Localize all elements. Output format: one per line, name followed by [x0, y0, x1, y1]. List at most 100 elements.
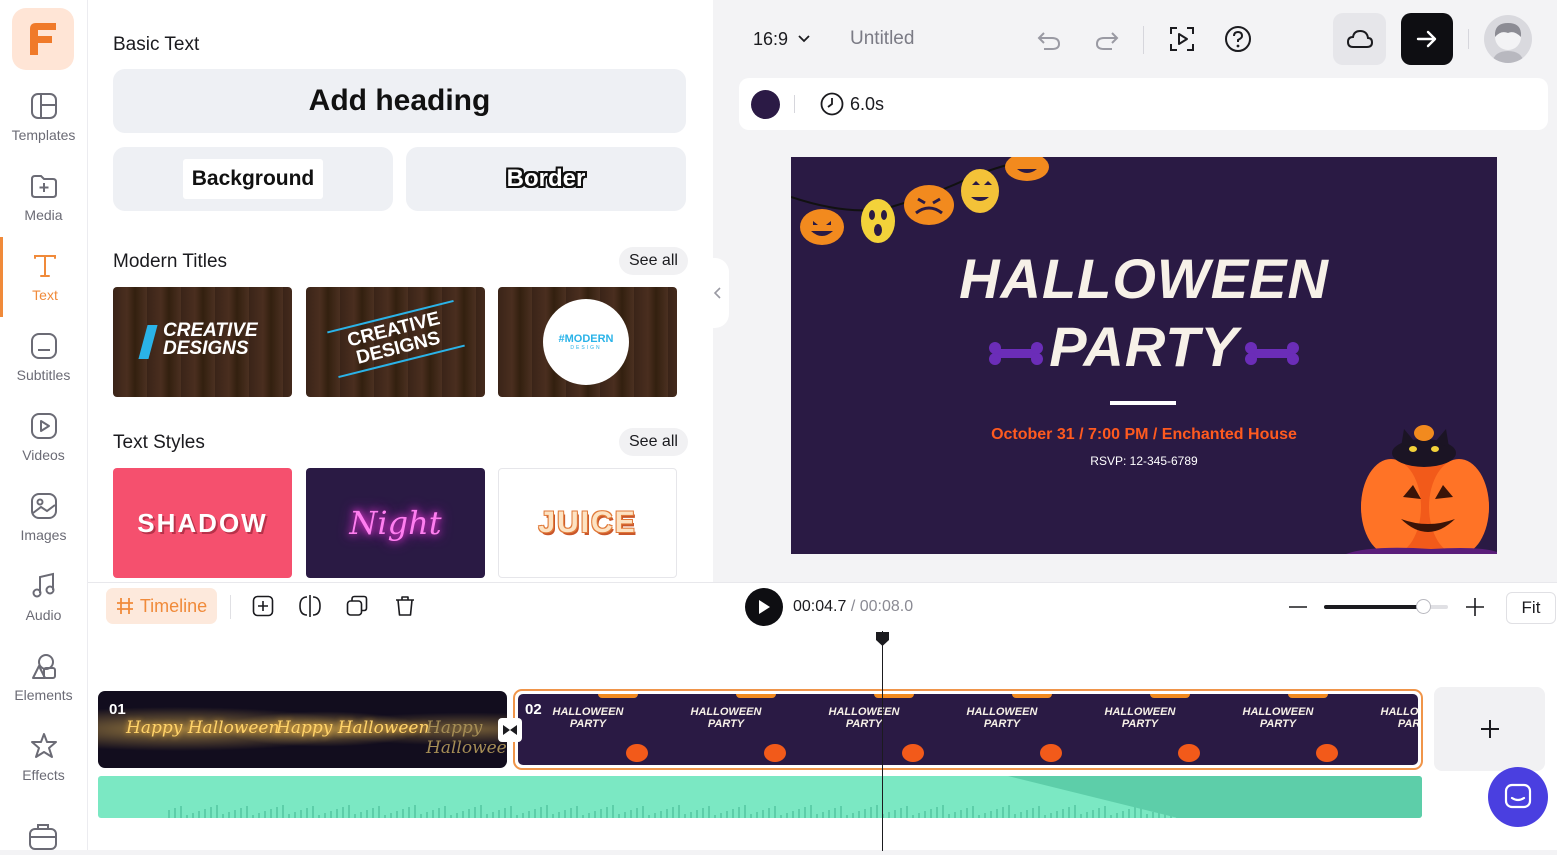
- frame-pumpkin: [1316, 744, 1338, 762]
- project-name[interactable]: Untitled: [850, 28, 914, 50]
- add-scene-icon[interactable]: [251, 594, 275, 618]
- wave-bar: [612, 805, 614, 818]
- playhead-handle[interactable]: [875, 631, 890, 652]
- rail-item-videos[interactable]: Videos: [0, 397, 87, 477]
- frame-garland: [874, 694, 914, 698]
- avatar[interactable]: [1484, 15, 1532, 63]
- canvas-title-line2[interactable]: PARTY: [791, 317, 1497, 377]
- modern-title-thumb-3[interactable]: #MODERN DESIGN: [498, 287, 677, 397]
- zoom-in-icon[interactable]: [1465, 597, 1485, 617]
- timeline-tab[interactable]: Timeline: [106, 588, 217, 624]
- wave-bar: [1038, 806, 1040, 818]
- aspect-ratio-dropdown[interactable]: 16:9: [753, 24, 810, 54]
- wave-bar: [1068, 807, 1070, 818]
- rail-item-templates[interactable]: Templates: [0, 77, 87, 157]
- wave-bar: [762, 810, 764, 818]
- ground-shadow: [1346, 547, 1497, 554]
- export-button[interactable]: [1401, 13, 1453, 65]
- logo-f-icon: [30, 23, 56, 55]
- wave-bar: [294, 812, 296, 818]
- thumb-text: CREATIVE DESIGNS: [327, 299, 465, 379]
- border-text-button[interactable]: Border: [406, 147, 686, 211]
- rail-item-media[interactable]: Media: [0, 157, 87, 237]
- modern-title-thumb-2[interactable]: CREATIVE DESIGNS: [306, 287, 485, 397]
- wave-bar: [720, 813, 722, 818]
- wave-bar: [546, 805, 548, 818]
- modern-title-thumb-1[interactable]: CREATIVE DESIGNS: [113, 287, 292, 397]
- rail-item-text[interactable]: Text: [0, 237, 87, 317]
- app-logo[interactable]: [12, 8, 74, 70]
- wave-bar: [1050, 813, 1052, 818]
- wave-bar: [870, 807, 872, 818]
- wave-bar: [576, 806, 578, 818]
- split-icon[interactable]: [298, 594, 322, 618]
- wave-bar: [1296, 808, 1298, 818]
- design-canvas[interactable]: HALLOWEEN PARTY October 31 / 7:00 PM / E…: [791, 157, 1497, 554]
- canvas-title-line1[interactable]: HALLOWEEN: [791, 249, 1497, 309]
- rail-item-images[interactable]: Images: [0, 477, 87, 557]
- preview-screen-icon[interactable]: [1167, 24, 1197, 54]
- redo-icon[interactable]: [1093, 26, 1121, 54]
- duration-control[interactable]: 6.0s: [820, 92, 884, 116]
- help-icon[interactable]: [1223, 24, 1253, 54]
- undo-icon[interactable]: [1035, 26, 1063, 54]
- wave-bar: [738, 807, 740, 818]
- wave-bar: [1170, 806, 1172, 818]
- play-button[interactable]: [745, 588, 783, 626]
- wave-bar: [438, 808, 440, 818]
- wave-bar: [990, 811, 992, 818]
- trash-icon[interactable]: [393, 594, 417, 618]
- add-clip-button[interactable]: [1434, 687, 1545, 771]
- pumpkin-garland-1: [800, 209, 844, 245]
- clip-01[interactable]: 01 Happy Halloween Happy Halloween Happy…: [98, 691, 507, 768]
- zoom-slider[interactable]: [1324, 599, 1448, 614]
- cloud-save-button[interactable]: [1333, 13, 1386, 65]
- rail-item-elements[interactable]: Elements: [0, 637, 87, 717]
- transition-button[interactable]: [498, 718, 522, 742]
- wave-bar: [630, 810, 632, 818]
- divider: [1468, 29, 1469, 49]
- wave-bar: [240, 808, 242, 818]
- clip-index: 01: [109, 701, 126, 718]
- zoom-out-icon[interactable]: [1288, 597, 1308, 617]
- rail-item-audio[interactable]: Audio: [0, 557, 87, 637]
- briefcase-icon[interactable]: [28, 822, 58, 855]
- wave-bar: [216, 805, 218, 818]
- rail-label: Videos: [22, 447, 65, 463]
- wave-bar: [510, 806, 512, 818]
- wave-bar: [1062, 809, 1064, 818]
- text-styles-see-all[interactable]: See all: [619, 428, 688, 456]
- wave-bar: [210, 807, 212, 818]
- text-style-night[interactable]: Night: [306, 468, 485, 578]
- clip-02[interactable]: 02 HALLOWEEN PARTY HALLOWEEN PARTY HALLOWEEN…: [513, 689, 1423, 770]
- canvas-details[interactable]: October 31 / 7:00 PM / Enchanted House: [791, 426, 1497, 444]
- wave-bar: [252, 815, 254, 818]
- background-text-button[interactable]: Background: [113, 147, 393, 211]
- fit-button[interactable]: Fit: [1506, 592, 1556, 624]
- zoom-slider-handle[interactable]: [1416, 599, 1432, 614]
- divider: [230, 595, 231, 619]
- rail-item-subtitles[interactable]: Subtitles: [0, 317, 87, 397]
- time-display: 00:04.7 / 00:08.0: [793, 598, 913, 616]
- wave-bar: [642, 806, 644, 818]
- wave-bar: [840, 806, 842, 818]
- modern-titles-see-all[interactable]: See all: [619, 247, 688, 275]
- frame-garland: [1012, 694, 1052, 698]
- wave-bar: [324, 813, 326, 818]
- chat-support-button[interactable]: [1488, 767, 1548, 827]
- wave-bar: [246, 806, 248, 818]
- rail-item-effects[interactable]: Effects: [0, 717, 87, 797]
- background-color-swatch[interactable]: [751, 90, 780, 119]
- duplicate-icon[interactable]: [345, 594, 369, 618]
- arrow-right-icon: [1416, 30, 1437, 48]
- add-heading-button[interactable]: Add heading: [113, 69, 686, 133]
- rail-label: Audio: [25, 607, 62, 623]
- wave-bar: [636, 808, 638, 818]
- wave-bar: [948, 814, 950, 818]
- text-style-juice[interactable]: JUICE: [498, 468, 677, 578]
- audio-track[interactable]: [98, 776, 1422, 818]
- wave-bar: [1110, 815, 1112, 818]
- text-style-shadow[interactable]: SHADOW: [113, 468, 292, 578]
- canvas-rsvp[interactable]: RSVP: 12-345-6789: [791, 454, 1497, 468]
- wave-bar: [942, 805, 944, 818]
